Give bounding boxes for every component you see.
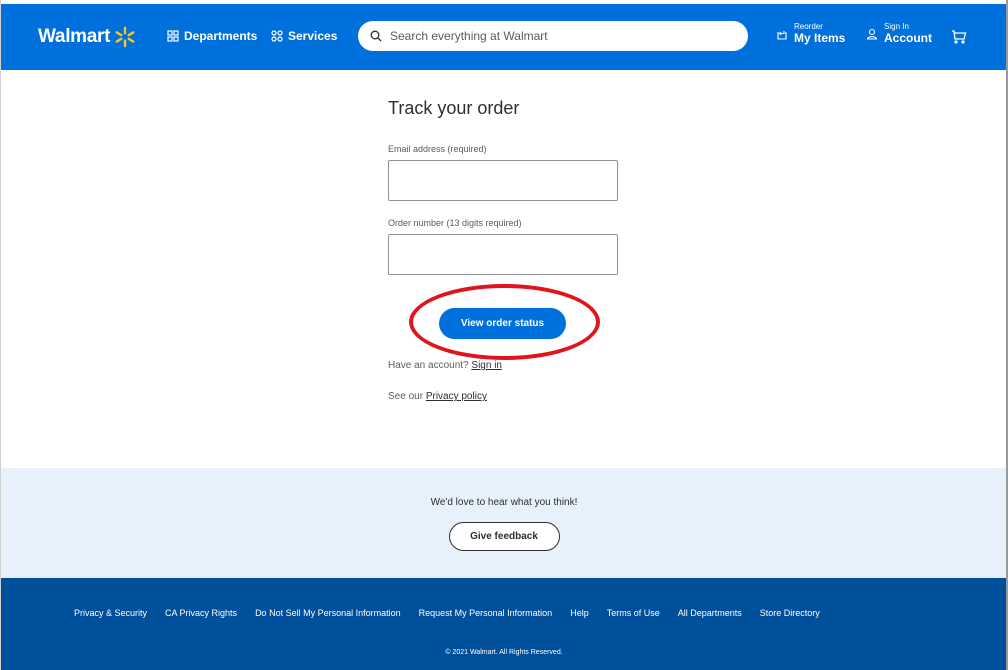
order-number-field[interactable] [388, 234, 618, 275]
spark-icon [115, 26, 135, 48]
privacy-policy-link[interactable]: Privacy policy [426, 391, 487, 402]
grid-icon [167, 30, 179, 42]
account-label: Account [884, 30, 932, 45]
services-icon [271, 30, 283, 42]
email-field[interactable] [388, 160, 618, 201]
track-order-form: Track your order Email address (required… [388, 98, 628, 402]
sign-in-prompt: Have an account? Sign in [388, 360, 628, 371]
reorder-icon [777, 30, 787, 40]
my-items-label: My Items [794, 30, 846, 45]
cart-icon[interactable] [951, 29, 967, 45]
footer-link-do-not-sell[interactable]: Do Not Sell My Personal Information [255, 608, 401, 618]
privacy-prompt-text: See our [388, 391, 424, 402]
header-bar: Walmart Departments Services Search ever… [1, 4, 1006, 70]
departments-label: Departments [184, 29, 258, 43]
logo-text: Walmart [38, 26, 111, 47]
footer-link-privacy-security[interactable]: Privacy & Security [74, 608, 147, 618]
user-icon [866, 28, 878, 40]
account-prompt-text: Have an account? [388, 360, 469, 371]
email-label: Email address (required) [388, 144, 487, 154]
departments-button[interactable]: Departments [167, 29, 257, 43]
copyright: © 2021 Walmart. All Rights Reserved. [445, 649, 563, 656]
feedback-section: We'd love to hear what you think! Give f… [1, 468, 1006, 578]
footer-link-ca-privacy-rights[interactable]: CA Privacy Rights [165, 608, 237, 618]
services-button[interactable]: Services [271, 29, 337, 43]
footer-link-store-directory[interactable]: Store Directory [760, 608, 820, 618]
footer-link-terms[interactable]: Terms of Use [607, 608, 660, 618]
submit-area: View order status [388, 284, 618, 360]
order-number-label: Order number (13 digits required) [388, 218, 522, 228]
give-feedback-button[interactable]: Give feedback [448, 522, 560, 551]
walmart-logo[interactable]: Walmart [38, 26, 136, 48]
services-label: Services [288, 29, 338, 43]
view-order-status-button[interactable]: View order status [439, 308, 566, 339]
footer-link-help[interactable]: Help [570, 608, 589, 618]
privacy-prompt: See our Privacy policy [388, 391, 628, 402]
footer-links: Privacy & Security CA Privacy Rights Do … [74, 608, 820, 618]
search-icon [370, 30, 382, 42]
search-input[interactable] [390, 29, 730, 43]
sign-in-account-link[interactable]: Sign In Account [866, 22, 932, 45]
page-title: Track your order [388, 98, 520, 118]
sign-in-link[interactable]: Sign in [471, 360, 502, 371]
footer-link-all-departments[interactable]: All Departments [678, 608, 742, 618]
page: Walmart Departments Services Search ever… [0, 0, 1008, 670]
footer: Privacy & Security CA Privacy Rights Do … [1, 578, 1006, 670]
reorder-my-items-link[interactable]: Reorder My Items [776, 22, 846, 45]
feedback-prompt: We'd love to hear what you think! [430, 497, 578, 508]
search-bar[interactable] [358, 21, 748, 51]
footer-link-request-info[interactable]: Request My Personal Information [419, 608, 553, 618]
